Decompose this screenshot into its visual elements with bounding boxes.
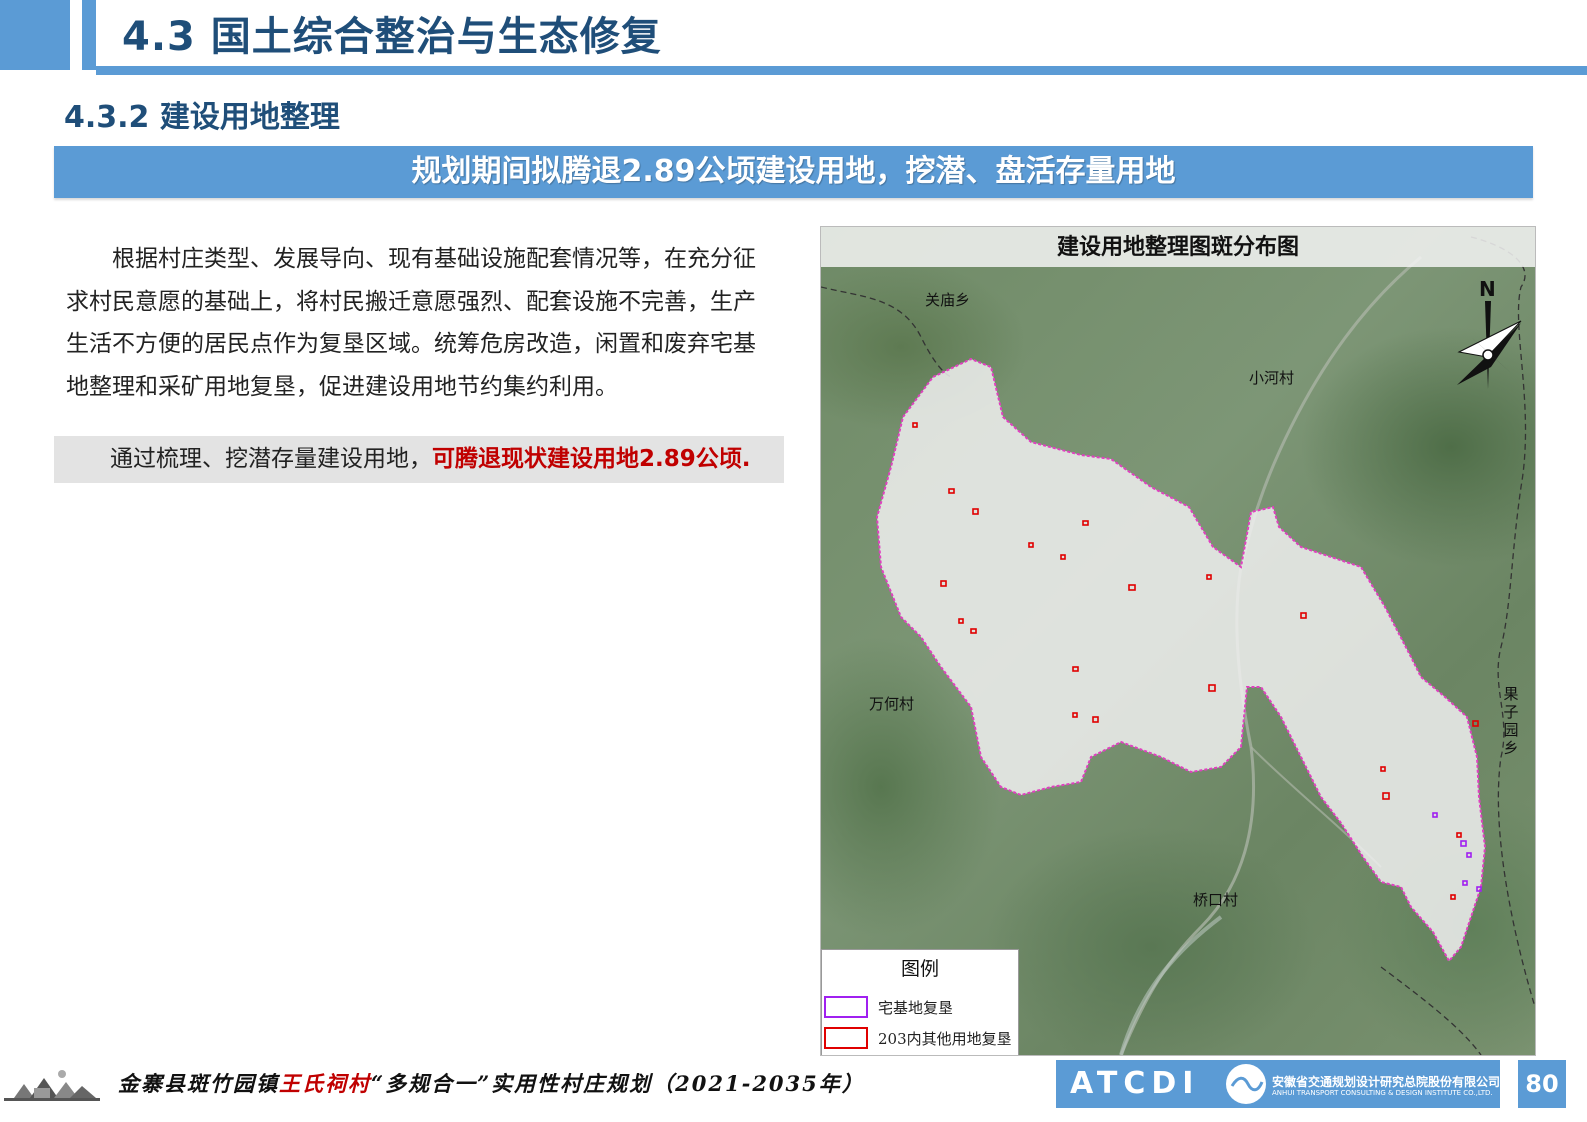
company-logo-wordmark: ATCDI	[1070, 1066, 1200, 1101]
body-paragraph-text: 根据村庄类型、发展导向、现有基础设施配套情况等，在充分征求村民意愿的基础上，将村…	[66, 246, 756, 400]
body-paragraph: 根据村庄类型、发展导向、现有基础设施配套情况等，在充分征求村民意愿的基础上，将村…	[66, 238, 778, 408]
company-logo: ATCDI 安徽省交通规划设计研究总院股份有限公司 ANHUI TRANSPOR…	[1056, 1060, 1500, 1108]
header-rule	[96, 66, 1587, 75]
legend-label-residential: 宅基地复垦	[878, 998, 954, 1017]
highlight-text: 通过梳理、挖潜存量建设用地，可腾退现状建设用地2.89公顷.	[110, 436, 751, 483]
legend-item-residential: 宅基地复垦	[824, 994, 953, 1020]
page-number-box: 80	[1518, 1060, 1566, 1108]
map-graphics	[821, 236, 1535, 1055]
footer-village: 王氏祠村	[279, 1071, 371, 1096]
section-subtitle: 4.3.2 建设用地整理	[64, 100, 340, 135]
north-arrow: N	[1451, 277, 1531, 397]
place-label-guoziyuan: 果子园乡	[1503, 685, 1519, 757]
footer-suffix: “多规合一”实用性村庄规划（2021-2035年）	[371, 1071, 865, 1096]
township-boundary	[1380, 966, 1482, 1055]
legend-item-other: 203内其他用地复垦	[824, 1025, 1012, 1051]
legend-title: 图例	[900, 958, 939, 980]
page-number: 80	[1525, 1070, 1559, 1098]
header-accent-gap	[70, 0, 82, 70]
place-label-xiaohe: 小河村	[1249, 369, 1295, 387]
header-accent-block	[0, 0, 70, 70]
legend-label-other: 203内其他用地复垦	[878, 1029, 1012, 1048]
map-title: 建设用地整理图斑分布图	[1056, 235, 1299, 260]
village-boundary	[875, 357, 1487, 963]
compass-icon	[1457, 301, 1522, 389]
place-label-guanmiao: 关庙乡	[925, 291, 971, 309]
place-label-wanhe: 万何村	[869, 695, 915, 713]
footer-project-title: 金寨县斑竹园镇王氏祠村“多规合一”实用性村庄规划（2021-2035年）	[118, 1068, 865, 1098]
highlight-prefix: 通过梳理、挖潜存量建设用地，	[110, 446, 432, 472]
place-label-qiaokou: 桥口村	[1193, 891, 1239, 909]
header-accent-bar	[82, 0, 96, 70]
village-illustration-logo	[4, 1070, 100, 1101]
legend-swatch-other	[824, 1027, 868, 1049]
land-consolidation-map: 建设用地整理图斑分布图 关庙乡 小河村 万何村 果子园乡 桥口村 N 图例 宅基…	[820, 226, 1536, 1056]
footer-prefix: 金寨县斑竹园镇	[118, 1071, 279, 1096]
company-emblem-icon	[1226, 1064, 1266, 1104]
summary-banner-text: 规划期间拟腾退2.89公顷建设用地，挖潜、盘活存量用地	[411, 154, 1176, 189]
river-line	[1119, 915, 1223, 1055]
company-name-cn: 安徽省交通规划设计研究总院股份有限公司	[1272, 1075, 1501, 1089]
summary-banner: 规划期间拟腾退2.89公顷建设用地，挖潜、盘活存量用地	[54, 146, 1533, 198]
highlight-emphasis: 可腾退现状建设用地2.89公顷.	[432, 446, 751, 472]
company-name-en: ANHUI TRANSPORT CONSULTING & DESIGN INST…	[1272, 1089, 1493, 1097]
legend-swatch-residential	[824, 996, 868, 1018]
other-land-patch	[1472, 720, 1479, 727]
highlight-box: 通过梳理、挖潜存量建设用地，可腾退现状建设用地2.89公顷.	[54, 436, 784, 483]
map-legend: 图例 宅基地复垦 203内其他用地复垦	[821, 949, 1019, 1055]
page-title: 4.3 国土综合整治与生态修复	[122, 14, 662, 60]
